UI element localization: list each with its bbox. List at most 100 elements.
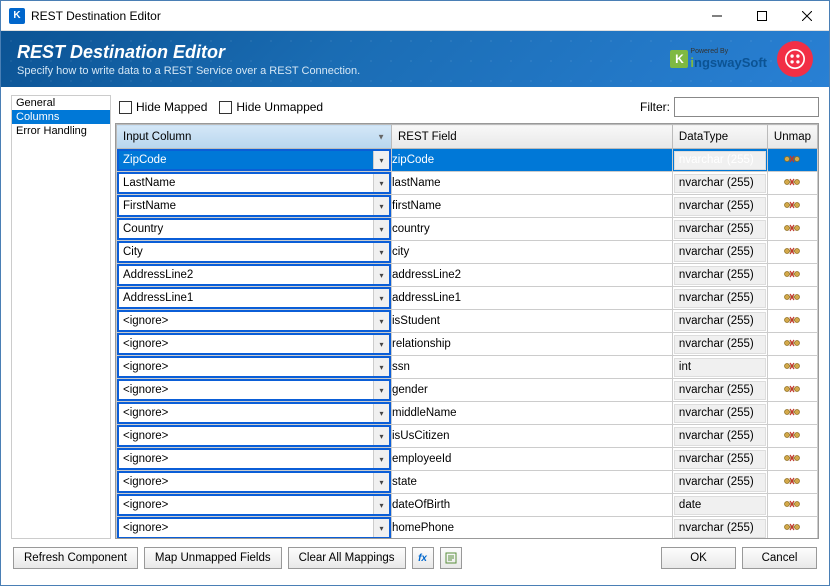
hide-unmapped-checkbox[interactable]: Hide Unmapped — [219, 100, 323, 114]
unmap-icon[interactable] — [783, 313, 801, 327]
unmap-icon[interactable] — [783, 405, 801, 419]
table-row[interactable]: LastName▾lastNamenvarchar (255) — [117, 172, 818, 195]
unmap-icon[interactable] — [783, 428, 801, 442]
datatype-cell: nvarchar (255) — [674, 197, 766, 216]
unmap-icon[interactable] — [783, 451, 801, 465]
table-row[interactable]: AddressLine2▾addressLine2nvarchar (255) — [117, 264, 818, 287]
filter-input[interactable] — [674, 97, 819, 117]
unmap-icon[interactable] — [783, 520, 801, 534]
chevron-down-icon: ▾ — [373, 312, 389, 330]
header-unmap[interactable]: Unmap — [767, 125, 817, 149]
fx-button[interactable]: fx — [412, 547, 434, 569]
header-input-column[interactable]: Input Column▼ — [117, 125, 392, 149]
minimize-button[interactable] — [694, 1, 739, 31]
rest-field-cell: homePhone — [392, 517, 673, 540]
input-column-dropdown[interactable]: <ignore>▾ — [117, 310, 391, 332]
table-row[interactable]: <ignore>▾ssnint — [117, 356, 818, 379]
input-column-dropdown[interactable]: <ignore>▾ — [117, 425, 391, 447]
table-row[interactable]: <ignore>▾middleNamenvarchar (255) — [117, 402, 818, 425]
table-row[interactable]: <ignore>▾isUsCitizennvarchar (255) — [117, 425, 818, 448]
input-column-dropdown[interactable]: <ignore>▾ — [117, 356, 391, 378]
app-icon: K — [9, 8, 25, 24]
table-row[interactable]: <ignore>▾gendernvarchar (255) — [117, 379, 818, 402]
unmap-icon[interactable] — [783, 290, 801, 304]
rest-field-cell: addressLine2 — [392, 264, 673, 287]
input-column-dropdown[interactable]: <ignore>▾ — [117, 494, 391, 516]
datatype-cell: nvarchar (255) — [674, 450, 766, 469]
unmap-icon[interactable] — [783, 497, 801, 511]
sidebar-item-columns[interactable]: Columns — [12, 110, 110, 124]
input-column-dropdown[interactable]: <ignore>▾ — [117, 379, 391, 401]
input-column-dropdown[interactable]: FirstName▾ — [117, 195, 391, 217]
sidebar-item-error-handling[interactable]: Error Handling — [12, 124, 110, 138]
datatype-cell: nvarchar (255) — [674, 404, 766, 423]
table-row[interactable]: AddressLine1▾addressLine1nvarchar (255) — [117, 287, 818, 310]
footer-bar: Refresh Component Map Unmapped Fields Cl… — [1, 539, 829, 577]
unmap-icon[interactable] — [783, 175, 801, 189]
unmap-icon[interactable] — [783, 244, 801, 258]
rest-field-cell: firstName — [392, 195, 673, 218]
hide-mapped-checkbox[interactable]: Hide Mapped — [119, 100, 207, 114]
chevron-down-icon: ▾ — [373, 496, 389, 514]
sidebar-item-general[interactable]: General — [12, 96, 110, 110]
datatype-cell: nvarchar (255) — [674, 289, 766, 308]
datatype-cell: nvarchar (255) — [674, 243, 766, 262]
input-column-dropdown[interactable]: AddressLine2▾ — [117, 264, 391, 286]
refresh-component-button[interactable]: Refresh Component — [13, 547, 138, 569]
cancel-button[interactable]: Cancel — [742, 547, 817, 569]
rest-field-cell: relationship — [392, 333, 673, 356]
expression-button[interactable] — [440, 547, 462, 569]
table-row[interactable]: <ignore>▾relationshipnvarchar (255) — [117, 333, 818, 356]
unmap-icon[interactable] — [783, 359, 801, 373]
table-row[interactable]: <ignore>▾statenvarchar (255) — [117, 471, 818, 494]
header-datatype[interactable]: DataType — [672, 125, 767, 149]
datatype-cell: nvarchar (255) — [674, 266, 766, 285]
kingswaysoft-logo: K Powered By ingswaySoft — [670, 48, 767, 70]
input-column-dropdown[interactable]: Country▾ — [117, 218, 391, 240]
input-column-dropdown[interactable]: <ignore>▾ — [117, 402, 391, 424]
input-column-dropdown[interactable]: <ignore>▾ — [117, 448, 391, 470]
table-row[interactable]: <ignore>▾homePhonenvarchar (255) — [117, 517, 818, 540]
datatype-cell: nvarchar (255) — [674, 174, 766, 193]
clear-all-mappings-button[interactable]: Clear All Mappings — [288, 547, 406, 569]
chevron-down-icon: ▾ — [373, 404, 389, 422]
mapping-grid[interactable]: Input Column▼ REST Field DataType Unmap … — [115, 123, 819, 539]
input-column-dropdown[interactable]: <ignore>▾ — [117, 471, 391, 493]
table-row[interactable]: <ignore>▾isStudentnvarchar (255) — [117, 310, 818, 333]
table-row[interactable]: FirstName▾firstNamenvarchar (255) — [117, 195, 818, 218]
close-button[interactable] — [784, 1, 829, 31]
maximize-button[interactable] — [739, 1, 784, 31]
table-row[interactable]: City▾citynvarchar (255) — [117, 241, 818, 264]
chevron-down-icon: ▾ — [373, 197, 389, 215]
unmap-icon[interactable] — [783, 336, 801, 350]
unmap-icon[interactable] — [783, 474, 801, 488]
rest-field-cell: middleName — [392, 402, 673, 425]
unmap-icon[interactable] — [783, 198, 801, 212]
ok-button[interactable]: OK — [661, 547, 736, 569]
input-column-dropdown[interactable]: <ignore>▾ — [117, 517, 391, 539]
banner-title: REST Destination Editor — [17, 42, 360, 63]
input-column-dropdown[interactable]: LastName▾ — [117, 172, 391, 194]
table-row[interactable]: ZipCode▾zipCodenvarchar (255) — [117, 149, 818, 172]
input-column-dropdown[interactable]: <ignore>▾ — [117, 333, 391, 355]
unmap-icon[interactable] — [783, 382, 801, 396]
table-row[interactable]: <ignore>▾dateOfBirthdate — [117, 494, 818, 517]
table-row[interactable]: <ignore>▾employeeIdnvarchar (255) — [117, 448, 818, 471]
chevron-down-icon: ▾ — [373, 220, 389, 238]
unmap-icon[interactable] — [783, 152, 801, 166]
rest-field-cell: lastName — [392, 172, 673, 195]
table-row[interactable]: Country▾countrynvarchar (255) — [117, 218, 818, 241]
rest-field-cell: dateOfBirth — [392, 494, 673, 517]
input-column-dropdown[interactable]: City▾ — [117, 241, 391, 263]
unmap-icon[interactable] — [783, 221, 801, 235]
content-panel: Hide Mapped Hide Unmapped Filter: Input … — [115, 95, 819, 539]
map-unmapped-fields-button[interactable]: Map Unmapped Fields — [144, 547, 282, 569]
input-column-dropdown[interactable]: ZipCode▾ — [117, 149, 391, 171]
header-rest-field[interactable]: REST Field — [392, 125, 673, 149]
rest-field-cell: isStudent — [392, 310, 673, 333]
main-area: GeneralColumnsError Handling Hide Mapped… — [1, 87, 829, 539]
filter-label: Filter: — [640, 100, 670, 114]
unmap-icon[interactable] — [783, 267, 801, 281]
input-column-dropdown[interactable]: AddressLine1▾ — [117, 287, 391, 309]
datatype-cell: nvarchar (255) — [674, 381, 766, 400]
